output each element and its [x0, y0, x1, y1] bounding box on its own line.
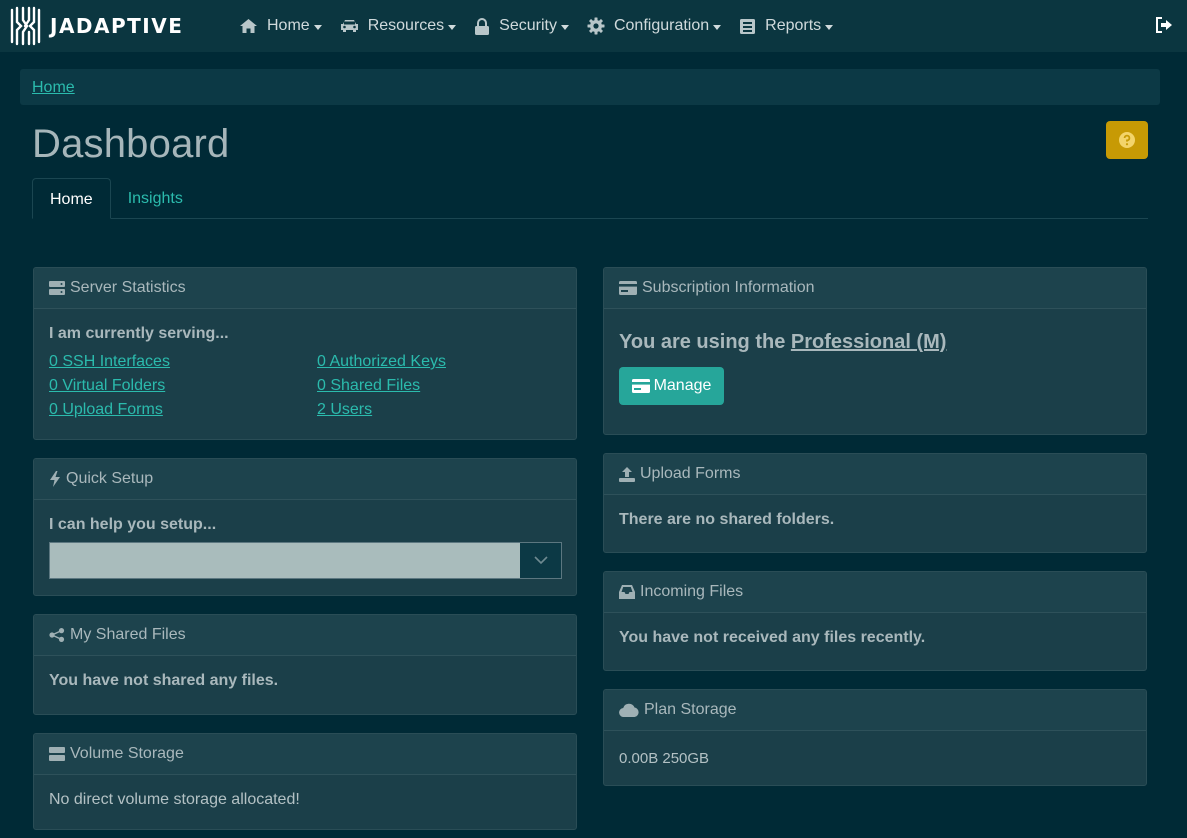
incoming-files-card: Incoming Files You have not received any… [603, 571, 1147, 671]
brand-logo[interactable]: JADAPTIVE [9, 6, 183, 46]
card-title: Server Statistics [70, 279, 186, 296]
brand-name: JADAPTIVE [50, 14, 184, 38]
breadcrumb-home-link[interactable]: Home [32, 79, 75, 96]
subscription-card: Subscription Information You are using t… [603, 267, 1147, 435]
help-button[interactable] [1106, 121, 1148, 159]
chevron-down-icon [560, 24, 569, 30]
my-shared-files-card: My Shared Files You have not shared any … [33, 614, 577, 715]
cloud-icon [619, 703, 639, 717]
card-title: Incoming Files [640, 583, 744, 600]
upload-forms-message: There are no shared folders. [619, 511, 835, 528]
report-icon [740, 18, 756, 34]
gear-icon [587, 17, 605, 35]
volume-storage-message: No direct volume storage allocated! [49, 791, 300, 808]
question-circle-icon [1119, 132, 1135, 148]
car-icon [340, 20, 358, 32]
plan-link[interactable]: Professional (M) [791, 331, 947, 353]
sign-out-icon [1156, 17, 1172, 33]
share-icon [49, 628, 65, 642]
card-body: I am currently serving... 0 SSH Interfac… [34, 309, 576, 435]
card-title: Plan Storage [644, 701, 737, 718]
card-title: Quick Setup [66, 470, 154, 487]
ssh-interfaces-link[interactable]: 0 SSH Interfaces [49, 353, 317, 371]
dashboard-tabs: Home Insights [32, 178, 1148, 219]
manage-button-label: Manage [653, 377, 712, 394]
card-body: You have not received any files recently… [604, 613, 1146, 663]
setup-select-value[interactable] [50, 543, 520, 578]
credit-card-icon [619, 281, 637, 295]
card-body: No direct volume storage allocated! [34, 775, 576, 825]
logout-button[interactable] [1155, 17, 1173, 38]
jadaptive-logo-icon [10, 6, 41, 46]
subscription-text: You are using the Professional (M) [619, 331, 1131, 354]
card-header: Plan Storage [604, 690, 1146, 731]
upload-forms-card: Upload Forms There are no shared folders… [603, 453, 1147, 553]
server-statistics-card: Server Statistics I am currently serving… [33, 267, 577, 440]
card-header: Server Statistics [34, 268, 576, 309]
volume-storage-card: Volume Storage No direct volume storage … [33, 733, 577, 830]
card-body: You have not shared any files. [34, 656, 576, 706]
nav-resources-label: Resources [367, 17, 445, 34]
inbox-icon [619, 585, 635, 599]
serving-intro: I am currently serving... [49, 325, 229, 342]
card-body: You are using the Professional (M) Manag… [604, 309, 1146, 421]
chevron-down-icon [825, 24, 834, 30]
chevron-down-icon [313, 24, 322, 30]
nav-reports[interactable]: Reports [739, 17, 834, 35]
nav-configuration-label: Configuration [613, 17, 710, 34]
hdd-icon [49, 747, 65, 761]
incoming-files-message: You have not received any files recently… [619, 629, 926, 646]
shared-files-link[interactable]: 0 Shared Files [317, 377, 576, 395]
card-body: 0.00B 250GB [604, 731, 1146, 783]
card-header: Subscription Information [604, 268, 1146, 309]
card-body: I can help you setup... [34, 500, 576, 595]
card-title: Volume Storage [70, 745, 184, 762]
tab-insights[interactable]: Insights [111, 178, 200, 218]
authorized-keys-link[interactable]: 0 Authorized Keys [317, 353, 576, 371]
manage-button[interactable]: Manage [619, 367, 724, 405]
chevron-down-icon [448, 24, 457, 30]
upload-icon [619, 467, 635, 482]
card-title: My Shared Files [70, 626, 186, 643]
card-header: Quick Setup [34, 459, 576, 500]
plan-storage-value: 0.00B 250GB [619, 750, 710, 767]
lock-icon [475, 17, 490, 35]
chevron-down-icon [533, 556, 548, 565]
nav-home-label: Home [267, 17, 310, 34]
nav-security-label: Security [499, 17, 557, 34]
plan-storage-card: Plan Storage 0.00B 250GB [603, 689, 1147, 786]
page-title: Dashboard [32, 122, 230, 166]
card-body: There are no shared folders. [604, 495, 1146, 545]
bolt-icon [50, 471, 60, 487]
credit-card-icon [631, 379, 650, 393]
main-nav: Home Resources Security Configuration Re… [239, 0, 851, 52]
card-header: Volume Storage [34, 734, 576, 775]
upload-forms-link[interactable]: 0 Upload Forms [49, 401, 317, 419]
setup-select[interactable] [49, 542, 562, 579]
chevron-down-icon [713, 24, 722, 30]
nav-reports-label: Reports [765, 17, 822, 34]
quick-setup-card: Quick Setup I can help you setup... [33, 458, 577, 596]
top-navbar: JADAPTIVE Home Resources Security Config… [0, 0, 1187, 52]
card-header: Upload Forms [604, 454, 1146, 495]
virtual-folders-link[interactable]: 0 Virtual Folders [49, 377, 317, 395]
home-icon [240, 19, 257, 33]
server-icon [49, 281, 65, 295]
card-title: Subscription Information [642, 279, 815, 296]
subscription-prefix: You are using the [619, 331, 791, 353]
card-title: Upload Forms [640, 465, 741, 482]
nav-home[interactable]: Home [239, 17, 322, 35]
stats-grid: 0 SSH Interfaces 0 Authorized Keys 0 Vir… [49, 353, 561, 419]
users-link[interactable]: 2 Users [317, 401, 576, 419]
setup-select-toggle[interactable] [520, 543, 561, 578]
card-header: Incoming Files [604, 572, 1146, 613]
tab-home[interactable]: Home [32, 178, 111, 219]
nav-configuration[interactable]: Configuration [587, 17, 722, 35]
breadcrumb: Home [20, 69, 1160, 105]
shared-files-message: You have not shared any files. [49, 672, 279, 689]
setup-intro: I can help you setup... [49, 516, 217, 533]
nav-resources[interactable]: Resources [340, 17, 457, 35]
nav-security[interactable]: Security [474, 17, 569, 35]
card-header: My Shared Files [34, 615, 576, 656]
